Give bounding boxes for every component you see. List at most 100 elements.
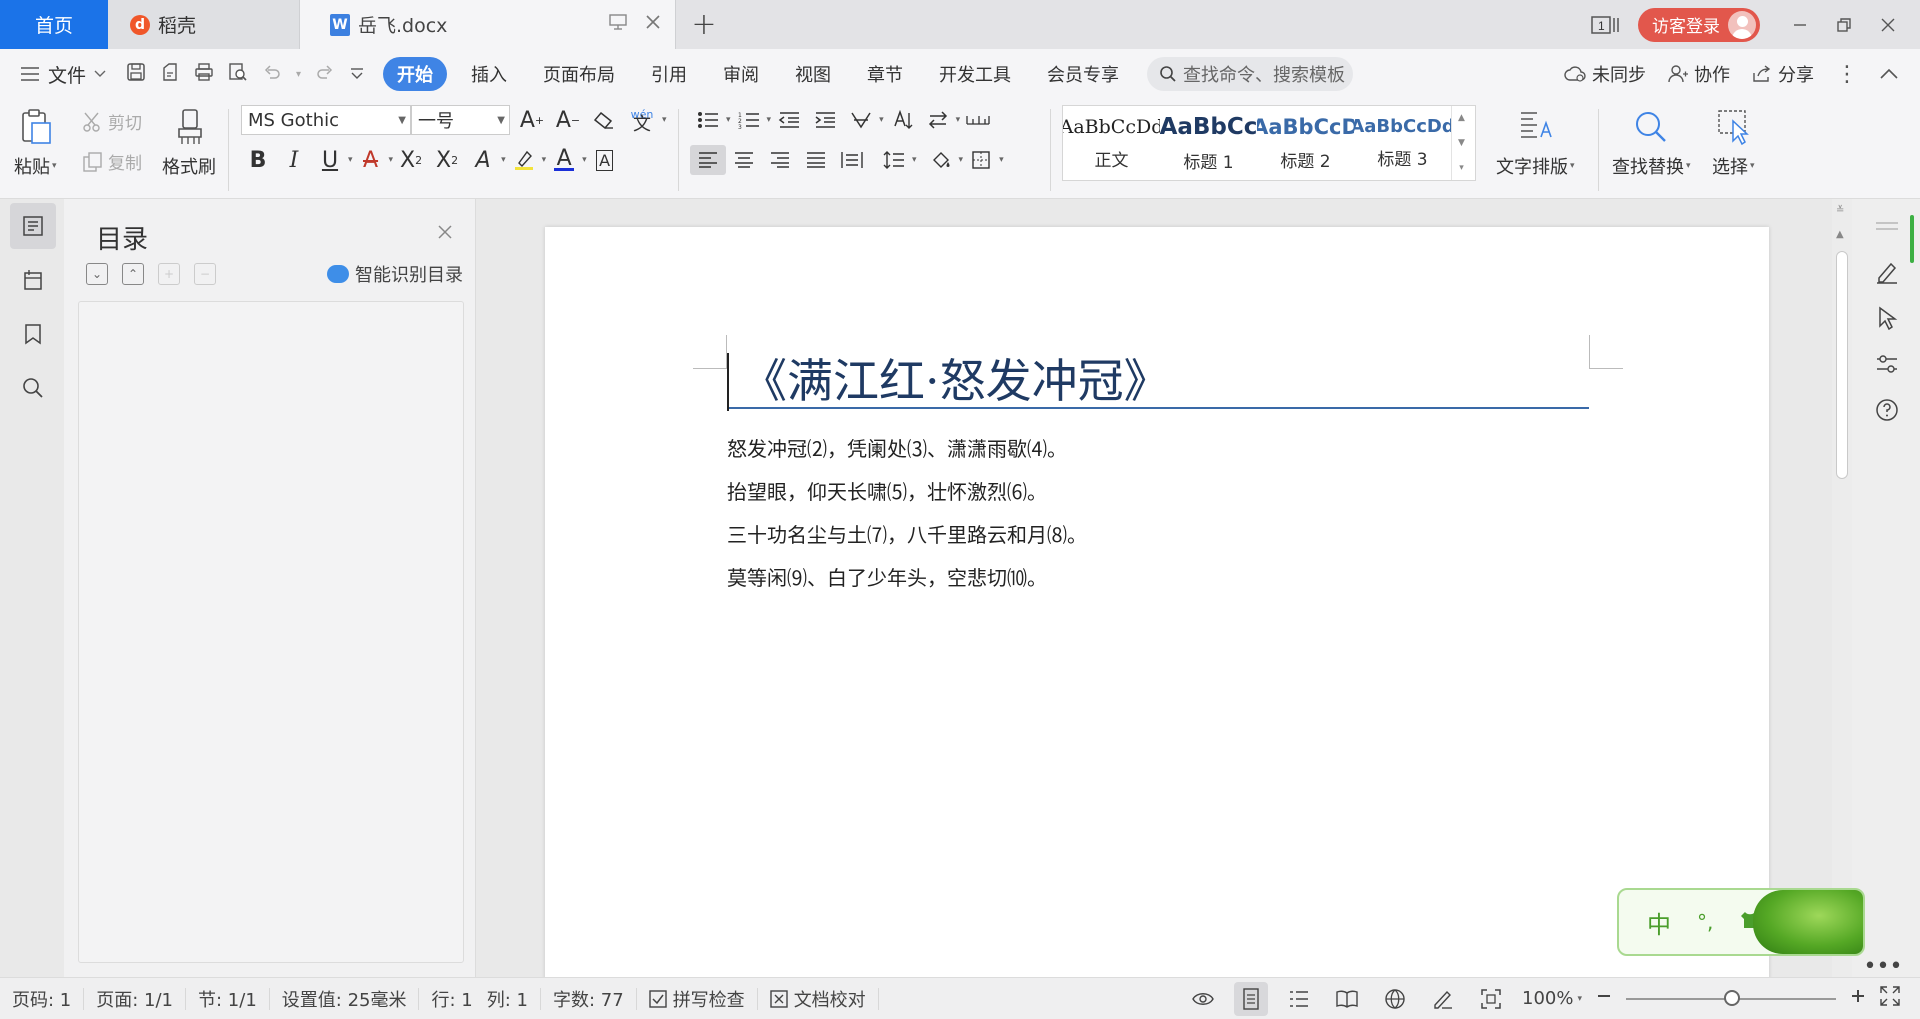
scroll-up-icon[interactable]: ▲ [1836,229,1844,240]
fit-page-icon[interactable] [1474,982,1508,1016]
ime-lang-toggle[interactable]: 中 [1647,905,1671,940]
guest-login-button[interactable]: 访客登录 [1638,7,1760,42]
font-color-icon[interactable]: A [546,145,582,175]
text-effect-icon[interactable]: A [465,145,501,175]
style-heading-3[interactable]: AaBbCcDd 标题 3 [1354,106,1451,180]
scrollbar-thumb[interactable] [1836,251,1848,479]
align-right-icon[interactable] [762,145,798,175]
fullscreen-icon[interactable] [1880,986,1900,1011]
shading-icon[interactable] [923,145,959,175]
subscript-icon[interactable]: X2 [429,145,465,175]
tab-document[interactable]: W 岳飞.docx [300,0,676,49]
undo-icon[interactable] [262,62,282,87]
strikethrough-icon[interactable]: A [353,145,389,175]
phonetic-guide-icon[interactable]: wén 文 [622,105,662,135]
cut-button[interactable]: 剪切 [82,109,142,134]
text-direction-icon[interactable] [920,105,956,135]
underline-icon[interactable]: U [312,145,348,175]
tab-start[interactable]: 开始 [383,57,448,91]
borders-icon[interactable] [963,145,999,175]
drag-handle-icon[interactable] [1872,211,1902,241]
reading-view-icon[interactable] [1330,982,1364,1016]
status-pages[interactable]: 页面: 1/1 [84,987,187,1011]
ruler-toggle-icon[interactable]: ≚ [1836,205,1844,216]
font-family-select[interactable]: MS Gothic ▼ [241,105,411,135]
status-setting[interactable]: 设置值: 25毫米 [270,987,420,1011]
toc-nav-icon[interactable] [10,203,56,249]
zoom-in-icon[interactable] [1850,988,1866,1009]
tab-member[interactable]: 会员专享 [1029,57,1137,91]
write-view-icon[interactable] [1426,982,1460,1016]
pen-edit-icon[interactable] [1872,257,1902,287]
help-icon[interactable] [1872,395,1902,425]
ime-punct-toggle[interactable]: °, [1697,910,1713,934]
chevron-down-icon[interactable]: ▾ [296,69,301,80]
document-canvas[interactable]: 《满江红·怒发冲冠》 怒发冲冠⑵，凭阑处⑶、潇潇雨歇⑷。 抬望眼，仰天长啸⑸，壮… [477,199,1832,977]
add-heading-icon[interactable]: + [158,263,180,285]
style-heading-2[interactable]: AaBbCcD 标题 2 [1257,106,1354,180]
decrease-indent-icon[interactable] [771,105,807,135]
close-icon[interactable] [437,221,453,246]
increase-indent-icon[interactable] [807,105,843,135]
sort-icon[interactable] [884,105,920,135]
document-line[interactable]: 莫等闲⑼、白了少年头，空悲切⑽。 [727,562,1047,591]
spell-check-button[interactable]: 拼写检查 [637,987,758,1011]
italic-icon[interactable]: I [276,145,312,175]
vertical-scrollbar[interactable]: ≚ ▲ ▼ [1832,199,1852,977]
format-painter-button[interactable]: 格式刷 [162,107,216,179]
share-button[interactable]: 分享 [1752,61,1814,87]
style-normal[interactable]: AaBbCcDd 正文 [1063,106,1160,180]
zoom-out-icon[interactable] [1596,988,1612,1009]
redo-icon[interactable] [315,62,335,87]
select-button[interactable]: 选择 ▾ [1712,107,1755,179]
chinese-layout-icon[interactable] [843,105,879,135]
numbered-list-icon[interactable]: 123 [731,105,767,135]
align-center-icon[interactable] [726,145,762,175]
char-border-icon[interactable]: A [587,145,623,175]
find-replace-button[interactable]: 查找替换 ▾ [1612,107,1691,179]
command-search-input[interactable]: 查找命令、搜索模板 [1147,57,1354,91]
zoom-level-select[interactable]: 100% ▾ [1522,988,1582,1009]
tab-review[interactable]: 审阅 [705,57,777,91]
web-view-icon[interactable] [1378,982,1412,1016]
more-vertical-icon[interactable]: ⋮ [1836,62,1858,87]
tab-developer[interactable]: 开发工具 [921,57,1029,91]
more-styles-icon[interactable]: ▾ [1459,163,1464,173]
decrease-font-icon[interactable]: A − [550,105,586,135]
tab-home[interactable]: 首页 [0,0,108,49]
remove-heading-icon[interactable]: − [194,263,216,285]
chevron-up-icon[interactable]: ▲ [1458,113,1465,123]
close-tab-icon[interactable] [645,14,661,35]
bullet-list-icon[interactable] [690,105,726,135]
styles-scroll[interactable]: ▲ ▼ ▾ [1451,106,1471,180]
clear-format-icon[interactable] [586,105,622,135]
superscript-icon[interactable]: X2 [393,145,429,175]
document-line[interactable]: 三十功名尘与土⑺，八千里路云和月⑻。 [727,519,1087,548]
tab-insert[interactable]: 插入 [453,57,525,91]
page-count-icon[interactable]: 1 [1584,0,1628,49]
ime-toolbar[interactable]: 中 °, [1617,888,1865,956]
print-preview-icon[interactable] [228,62,248,87]
settings-sliders-icon[interactable] [1872,349,1902,379]
copy-button[interactable]: 复制 [82,149,142,174]
tab-chapter[interactable]: 章节 [849,57,921,91]
text-layout-button[interactable]: 文字排版 ▾ [1496,107,1575,179]
search-icon[interactable] [10,365,56,411]
eye-protect-icon[interactable] [1186,982,1220,1016]
doc-proof-button[interactable]: 文档校对 [758,987,879,1011]
collab-button[interactable]: 协作 [1668,61,1730,87]
customize-qa-icon[interactable] [349,62,365,86]
zoom-slider-knob[interactable] [1724,989,1740,1006]
document-page[interactable]: 《满江红·怒发冲冠》 怒发冲冠⑵，凭阑处⑶、潇潇雨歇⑷。 抬望眼，仰天长啸⑸，壮… [545,227,1769,977]
status-row-col[interactable]: 行: 1 列: 1 [419,987,541,1011]
print-icon[interactable] [194,62,214,87]
tab-references[interactable]: 引用 [633,57,705,91]
status-section[interactable]: 节: 1/1 [186,987,270,1011]
bold-icon[interactable]: B [240,145,276,175]
screen-icon[interactable] [609,14,627,35]
tab-daoke[interactable]: d 稻壳 [108,0,300,49]
smart-toc-button[interactable]: 智能识别目录 [327,261,463,287]
tab-view[interactable]: 视图 [777,57,849,91]
document-line[interactable]: 抬望眼，仰天长啸⑸，壮怀激烈⑹。 [727,476,1047,505]
tab-stops-icon[interactable] [960,105,996,135]
